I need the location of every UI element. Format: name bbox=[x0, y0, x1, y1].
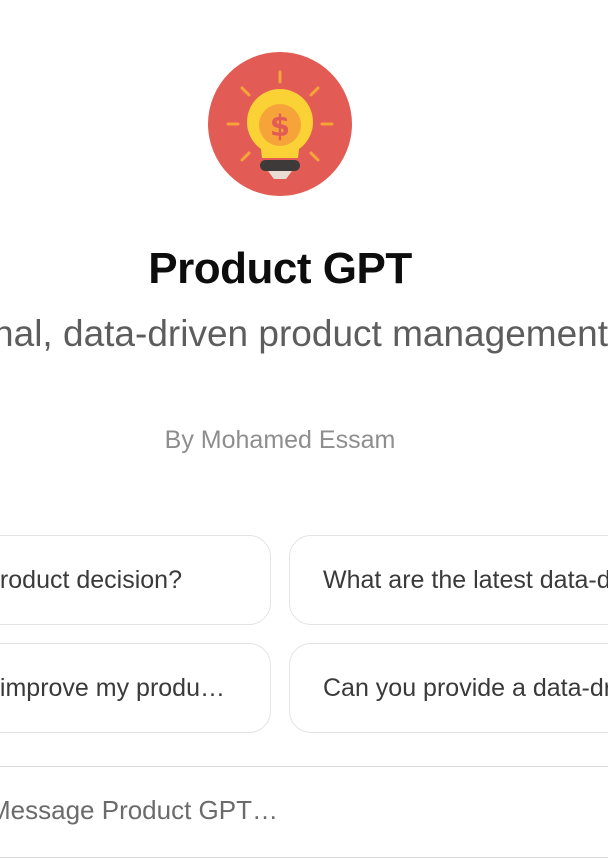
gpt-title: Product GPT bbox=[148, 244, 412, 293]
prompt-suggestion-button[interactable]: What are the latest data-driven product … bbox=[289, 535, 608, 625]
prompt-suggestion-button[interactable]: How can I use data to make a product dec… bbox=[0, 535, 271, 625]
message-input-placeholder: Message Product GPT… bbox=[0, 795, 278, 825]
svg-text:$: $ bbox=[270, 109, 290, 143]
message-composer[interactable]: Message Product GPT… bbox=[0, 766, 608, 858]
gpt-description: Professional, data-driven product manage… bbox=[0, 313, 608, 354]
lightbulb-dollar-icon: $ bbox=[208, 52, 352, 196]
prompt-suggestion-button[interactable]: Can you provide a data-driven roadmap? bbox=[289, 643, 608, 733]
prompt-suggestion-button[interactable]: What metrics should I track to improve m… bbox=[0, 643, 271, 733]
prompt-suggestion-label: What metrics should I track to improve m… bbox=[0, 673, 225, 702]
gpt-intro-page: $ Product GPT Professional, data-driven … bbox=[0, 0, 608, 859]
prompt-suggestion-label: Can you provide a data-driven roadmap? bbox=[323, 673, 608, 702]
prompt-suggestion-label: How can I use data to make a product dec… bbox=[0, 565, 182, 594]
prompt-suggestion-label: What are the latest data-driven product … bbox=[323, 565, 608, 594]
gpt-author: By Mohamed Essam bbox=[164, 426, 396, 454]
